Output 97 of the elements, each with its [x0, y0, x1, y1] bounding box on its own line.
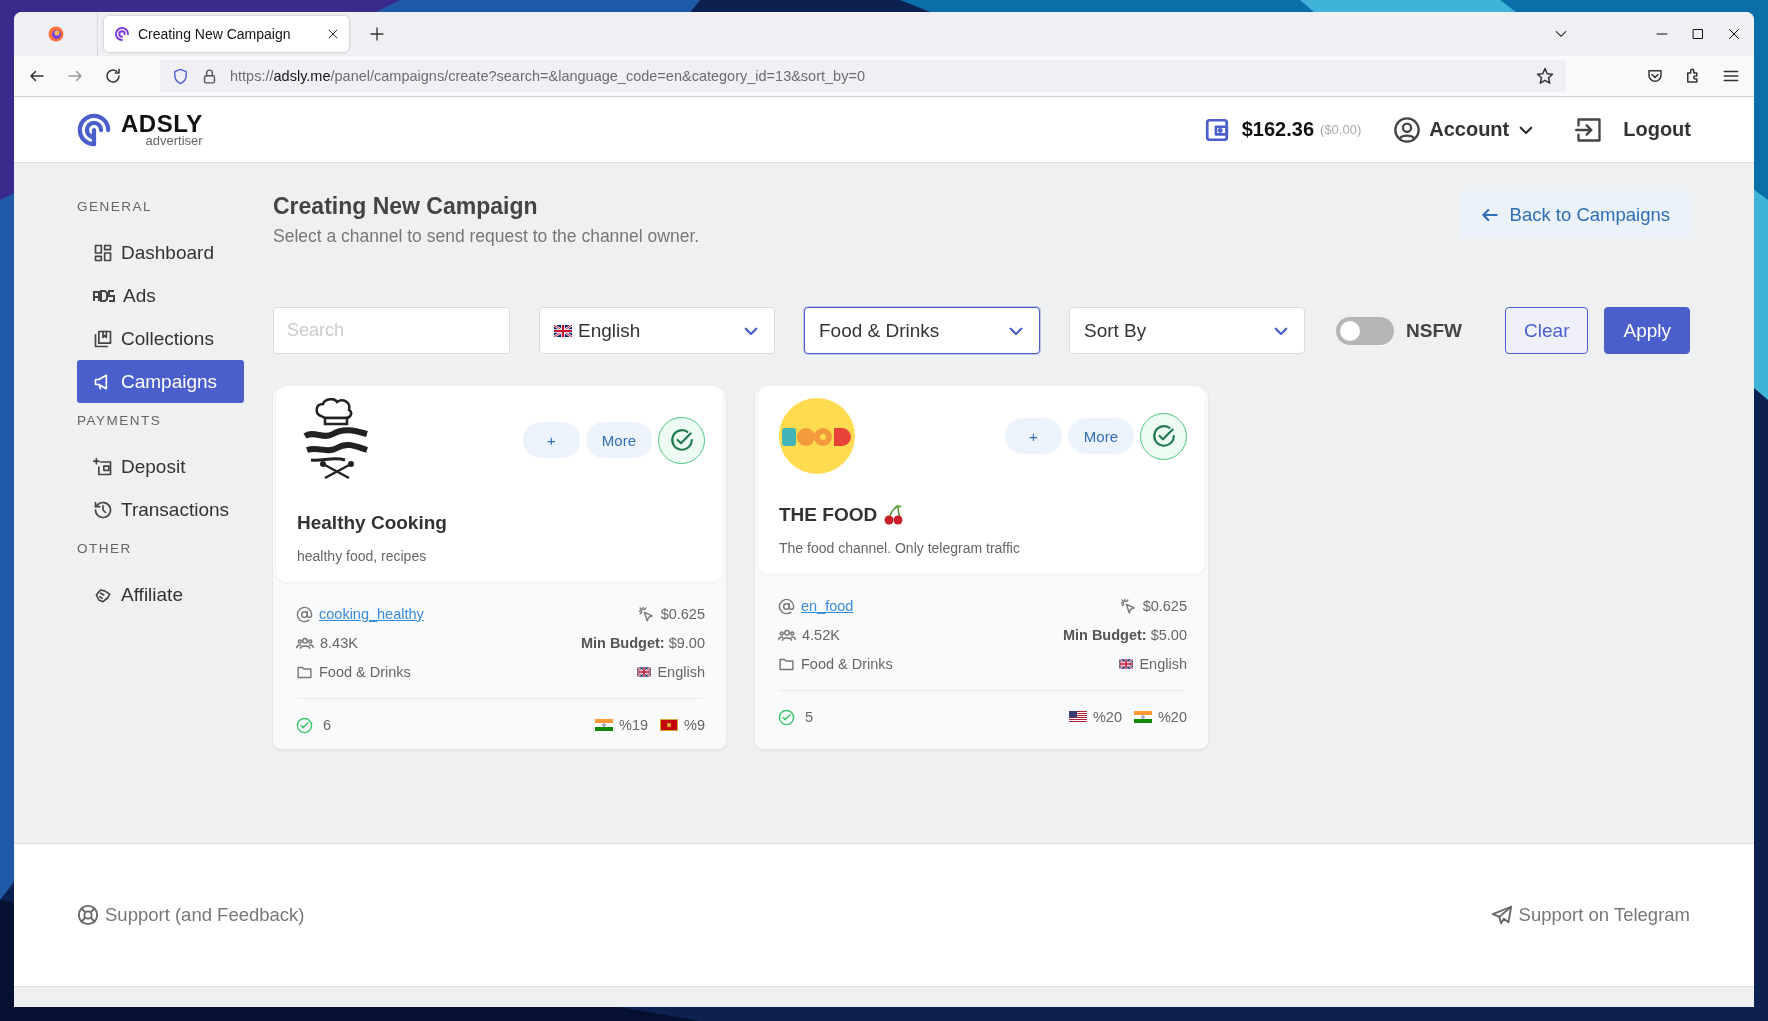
browser-tab[interactable]: Creating New Campaign: [104, 16, 349, 52]
logo-name: ADSLY: [121, 112, 203, 135]
account-menu[interactable]: Account: [1393, 115, 1536, 144]
lifebuoy-icon: [77, 904, 99, 926]
tab-title: Creating New Campaign: [138, 26, 291, 42]
filter-select[interactable]: English: [539, 307, 775, 354]
clear-button[interactable]: Clear: [1505, 307, 1589, 354]
channel-language: English: [1139, 656, 1187, 672]
sidebar-item[interactable]: Ads: [77, 274, 244, 317]
campaign-count: 6: [323, 717, 332, 733]
price-per-click: $0.625: [660, 606, 705, 622]
browser-logo-icon: [47, 26, 64, 42]
min-budget: Min Budget: $5.00: [1062, 627, 1187, 643]
subscriber-count: 8.43K: [320, 635, 358, 651]
uk-flag-icon: [637, 667, 652, 677]
toggle-label: NSFW: [1406, 319, 1462, 342]
reload-icon: [104, 67, 122, 85]
channel-language: English: [657, 664, 705, 680]
click-icon: [1119, 597, 1137, 615]
lock-icon: [201, 67, 218, 85]
channel-link[interactable]: cooking_healthy: [319, 606, 424, 622]
uk-flag-icon: [1119, 659, 1134, 669]
montenegro-flag-icon: [660, 719, 679, 731]
star-icon: [1536, 67, 1554, 85]
pocket-icon: [1646, 67, 1664, 85]
at-icon: [778, 597, 795, 615]
shield-icon: [172, 67, 189, 85]
apply-button[interactable]: Apply: [1604, 307, 1690, 354]
logout-icon: [1575, 115, 1604, 144]
min-budget: Min Budget: $9.00: [580, 635, 705, 651]
user-icon: [1393, 115, 1422, 144]
sidebar-item[interactable]: Deposit: [77, 445, 244, 488]
spiral-icon: [114, 26, 130, 42]
section-heading: OTHER: [77, 539, 133, 558]
balance-amount: $162.36: [1241, 118, 1315, 141]
url-text: https://adsly.me/panel/campaigns/create?search=&language_code=en&category_id=13&sort_by=0: [230, 68, 866, 84]
dashboard-icon: [93, 242, 113, 263]
history-icon: [93, 499, 113, 520]
filter-select[interactable]: Food & Drinks: [804, 307, 1040, 354]
sidebar-item[interactable]: Affiliate: [77, 573, 244, 616]
channel-category: Food & Drinks: [319, 664, 411, 680]
ads-icon: [93, 289, 115, 302]
channel-description: healthy food, recipes: [297, 548, 428, 564]
maximize-icon: [1692, 28, 1704, 40]
logout-button[interactable]: Logout: [1575, 115, 1691, 144]
sidebar-item[interactable]: Campaigns: [77, 360, 244, 403]
geo-share: %20: [1157, 709, 1187, 725]
plus-icon: [368, 26, 385, 42]
campaign-count: 5: [805, 709, 814, 725]
close-icon: [1728, 28, 1740, 40]
channel-title: Healthy Cooking: [297, 512, 447, 534]
geo-share: %20: [1092, 709, 1122, 725]
click-icon: [637, 605, 655, 623]
select-button[interactable]: [1140, 412, 1187, 460]
usa-flag-icon: [1068, 711, 1087, 723]
support-link[interactable]: Support (and Feedback): [77, 904, 305, 926]
sidebar-item[interactable]: Transactions: [77, 488, 244, 531]
wallet-plus-icon: [93, 456, 113, 477]
add-button[interactable]: +: [522, 422, 580, 458]
uk-flag-icon: [554, 324, 572, 337]
sidebar-item[interactable]: Dashboard: [77, 231, 244, 274]
section-heading: GENERAL: [77, 197, 154, 216]
collections-icon: [93, 328, 113, 349]
sidebar-item[interactable]: Collections: [77, 317, 244, 360]
more-button[interactable]: More: [585, 422, 652, 458]
channel-description: The food channel. Only telegram traffic: [779, 540, 1021, 556]
close-icon: [326, 28, 339, 40]
add-button[interactable]: +: [1004, 418, 1062, 454]
price-per-click: $0.625: [1142, 598, 1187, 614]
india-flag-icon: [1133, 711, 1152, 723]
check-circle-icon: [296, 716, 313, 734]
channel-title: THE FOOD: [779, 504, 878, 526]
select-button[interactable]: [658, 416, 705, 464]
send-icon: [1490, 904, 1513, 926]
geo-share: %9: [684, 717, 705, 733]
more-button[interactable]: More: [1067, 418, 1134, 454]
subscriber-count: 4.52K: [802, 627, 840, 643]
logo-icon: [77, 112, 111, 147]
nsfw-toggle[interactable]: [1336, 316, 1394, 345]
page-subtitle: Select a channel to send request to the channel owner.: [273, 226, 700, 247]
wallet-icon: [1203, 116, 1230, 143]
channel-category: Food & Drinks: [801, 656, 893, 672]
geo-share: %19: [619, 717, 649, 733]
check-circle-icon: [668, 427, 695, 453]
telegram-link[interactable]: Support on Telegram: [1490, 904, 1690, 926]
logo-tagline: advertiser: [144, 134, 203, 147]
check-circle-icon: [778, 708, 795, 726]
page-title: Creating New Campaign: [273, 193, 539, 220]
check-circle-icon: [1150, 423, 1177, 449]
pending-amount: ($0.00): [1320, 122, 1362, 137]
filter-select[interactable]: Sort By: [1069, 307, 1305, 354]
at-icon: [296, 605, 313, 623]
section-heading: PAYMENTS: [77, 411, 163, 430]
address-bar[interactable]: https://adsly.me/panel/campaigns/create?search=&language_code=en&category_id=13&sort_by=0: [160, 60, 1566, 92]
channel-link[interactable]: en_food: [801, 598, 854, 614]
india-flag-icon: [595, 719, 613, 731]
back-button[interactable]: Back to Campaigns: [1459, 191, 1690, 238]
